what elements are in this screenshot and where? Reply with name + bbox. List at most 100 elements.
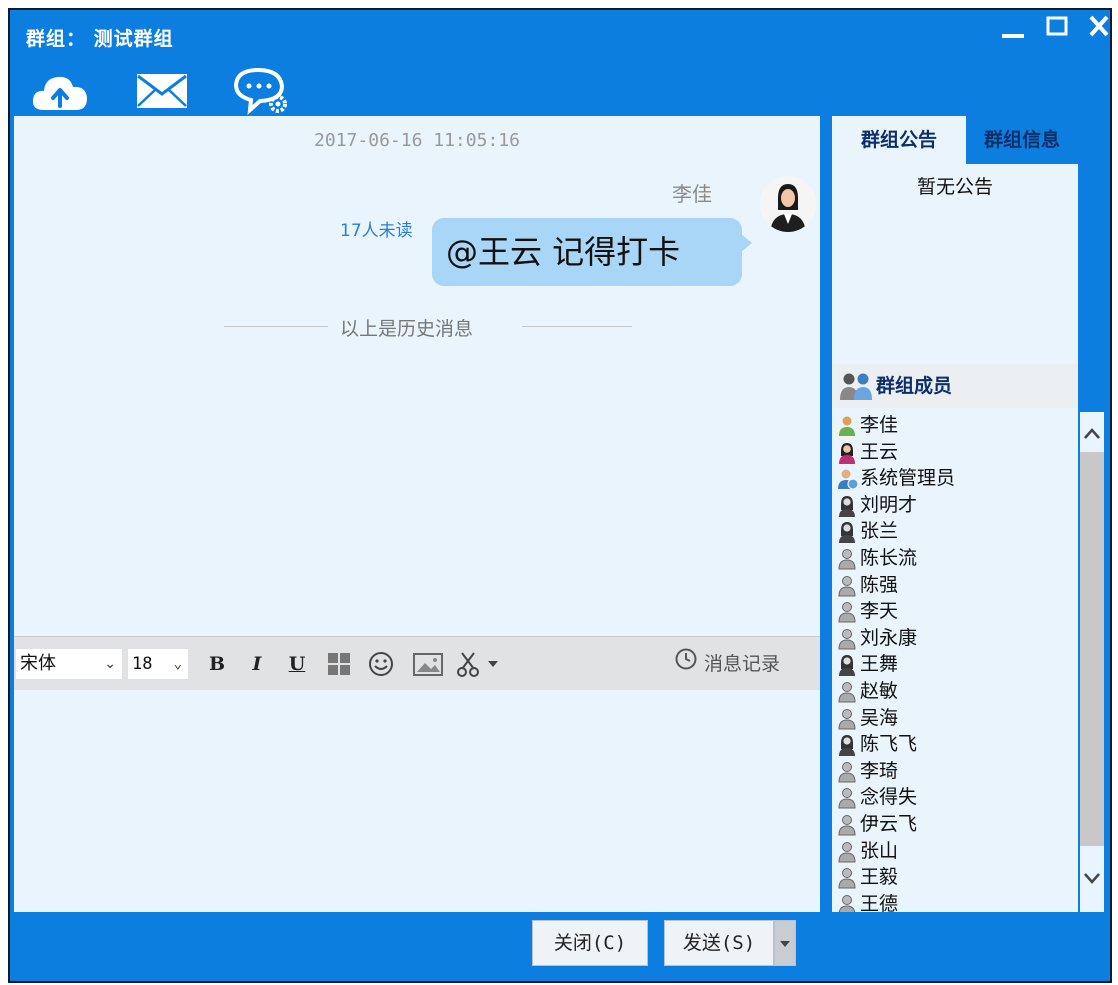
minimize-button[interactable] [996, 12, 1030, 42]
member-name: 李琦 [860, 759, 899, 782]
member-name: 念得失 [860, 786, 918, 809]
image-button[interactable] [410, 649, 446, 679]
bold-button[interactable]: B [202, 649, 232, 679]
mail-icon [137, 74, 187, 108]
member-name: 陈长流 [860, 546, 918, 569]
chevron-down-icon: ⌄ [104, 656, 116, 672]
side-panel: 群组公告 群组信息 暂无公告 群组成员 李佳 王云 系统管理员 刘明才 张兰 陈长流 陈强李… [832, 116, 1078, 912]
member-name: 王德 [860, 892, 899, 912]
member-item[interactable]: 系统管理员 [832, 465, 1080, 492]
member-item[interactable]: 王德 [832, 891, 1080, 912]
maximize-button[interactable] [1040, 12, 1074, 42]
tab-group-info[interactable]: 群组信息 [966, 116, 1078, 164]
member-name: 吴海 [860, 706, 899, 729]
scroll-up-button[interactable] [1080, 412, 1104, 452]
scissors-icon [457, 652, 498, 677]
member-name: 李佳 [860, 414, 899, 436]
caret-down-icon [780, 941, 790, 947]
font-family-select[interactable]: 宋体 ⌄ [16, 649, 122, 679]
avatar[interactable] [760, 176, 816, 232]
member-name: 陈强 [860, 573, 899, 596]
font-family-value: 宋体 [20, 653, 56, 674]
member-name: 刘永康 [860, 626, 918, 649]
clock-icon [674, 647, 698, 682]
screenshot-button[interactable] [454, 649, 514, 679]
member-item[interactable]: 陈飞飞 [832, 731, 1080, 758]
avatar-female-icon [760, 176, 816, 232]
member-name: 刘明才 [860, 493, 918, 516]
history-label: 消息记录 [704, 653, 781, 675]
chevron-up-icon [1084, 428, 1100, 439]
sender-name: 李佳 [672, 182, 712, 206]
member-list[interactable]: 李佳王云系统管理员刘明才 张兰 陈长流陈强 李天 刘永康王舞 赵敏 吴海陈飞飞李琦念得失伊云… [832, 412, 1080, 912]
italic-button[interactable]: I [242, 649, 272, 679]
member-item[interactable]: 陈强 [832, 572, 1080, 599]
member-name: 伊云飞 [860, 812, 918, 835]
member-list-scrollbar[interactable] [1080, 412, 1104, 912]
tab-notice[interactable]: 群组公告 [832, 116, 966, 164]
unread-count[interactable]: 17人未读 [340, 216, 413, 241]
member-item[interactable]: 王舞 [832, 651, 1080, 678]
close-icon [1089, 15, 1109, 37]
emoji-button[interactable] [366, 649, 396, 679]
message-timestamp: 2017-06-16 11:05:16 [314, 130, 520, 151]
underline-button[interactable]: U [282, 649, 312, 679]
member-item[interactable]: 刘明才 [832, 492, 1080, 519]
notice-content: 暂无公告 [916, 176, 993, 198]
member-name: 系统管理员 [860, 467, 956, 490]
window-title: 群组： 测试群组 [26, 28, 174, 50]
chevron-down-icon [1084, 873, 1100, 884]
member-name: 王舞 [860, 653, 899, 676]
member-item[interactable]: 李琦 [832, 758, 1080, 785]
user-gray-icon [838, 894, 856, 912]
font-size-select[interactable]: 18 ⌄ [128, 649, 188, 679]
members-header: 群组成员 [832, 364, 1078, 408]
member-item[interactable]: 陈长流 [832, 545, 1080, 572]
message-input[interactable] [14, 690, 820, 912]
message-bubble[interactable]: @王云 记得打卡 [432, 218, 742, 286]
member-name: 陈飞飞 [860, 733, 918, 756]
member-item[interactable]: 张兰 [832, 518, 1080, 545]
send-mail-button[interactable] [132, 66, 192, 116]
member-item[interactable]: 伊云飞 [832, 811, 1080, 838]
chat-message-area[interactable]: 2017-06-16 11:05:16 李佳 17人未读 @王云 记得打卡 以上… [14, 116, 820, 636]
member-item[interactable]: 王毅 [832, 864, 1080, 891]
minimize-icon [1002, 34, 1024, 38]
chat-settings-icon [233, 67, 287, 115]
send-options-button[interactable] [774, 920, 796, 966]
member-name: 王毅 [860, 866, 899, 889]
grid-button[interactable] [324, 649, 354, 679]
member-item[interactable]: 刘永康 [832, 625, 1080, 652]
chevron-down-icon: ⌄ [173, 656, 182, 672]
member-item[interactable]: 吴海 [832, 705, 1080, 732]
member-item[interactable]: 念得失 [832, 784, 1080, 811]
cloud-upload-icon [32, 76, 87, 110]
members-icon [838, 370, 874, 418]
member-name: 王云 [860, 440, 899, 463]
message-history-button[interactable]: 消息记录 [674, 647, 780, 681]
font-size-value: 18 [132, 654, 153, 674]
send-button[interactable]: 发送(S) [664, 920, 774, 966]
divider-line [522, 326, 632, 327]
scroll-down-button[interactable] [1080, 852, 1104, 902]
upload-file-button[interactable] [30, 66, 90, 116]
member-name: 张山 [860, 839, 899, 862]
history-divider: 以上是历史消息 [340, 318, 474, 340]
chat-settings-button[interactable] [228, 66, 288, 116]
close-window-button[interactable] [1082, 12, 1116, 42]
smiley-icon [369, 652, 393, 676]
bubble-tail [741, 234, 752, 252]
grid-icon [328, 653, 350, 675]
member-item[interactable]: 赵敏 [832, 678, 1080, 705]
image-icon [413, 653, 443, 676]
member-item[interactable]: 王云 [832, 439, 1080, 466]
member-item[interactable]: 李佳 [832, 412, 1080, 439]
member-item[interactable]: 张山 [832, 838, 1080, 865]
divider-line [224, 326, 328, 327]
member-item[interactable]: 李天 [832, 598, 1080, 625]
scroll-thumb[interactable] [1080, 452, 1104, 846]
members-title: 群组成员 [876, 375, 953, 397]
maximize-icon [1046, 16, 1068, 36]
close-button[interactable]: 关闭(C) [532, 920, 648, 966]
title-bar[interactable]: 群组： 测试群组 [10, 10, 1110, 60]
